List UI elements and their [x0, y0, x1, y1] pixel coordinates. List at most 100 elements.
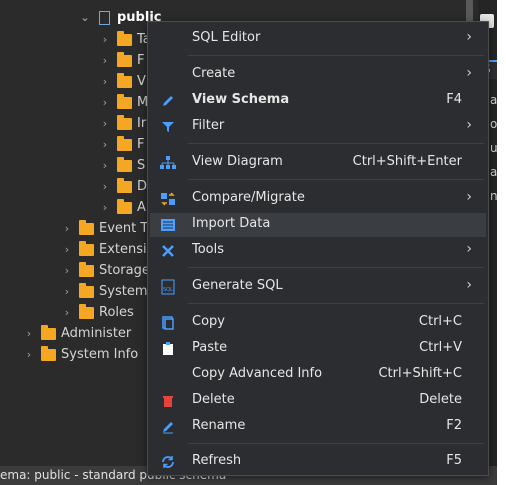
- diagram-icon: [160, 155, 176, 171]
- tree-node-foreign[interactable]: › F: [100, 50, 144, 71]
- menu-separator: [188, 443, 484, 444]
- tree-scrollbar-thumb[interactable]: [466, 0, 473, 22]
- menu-separator: [188, 179, 484, 180]
- chevron-right-icon[interactable]: ›: [62, 306, 72, 319]
- tree-node-extensions[interactable]: › Extensic: [62, 239, 154, 260]
- menu-item-view-diagram[interactable]: View Diagram Ctrl+Shift+Enter: [150, 151, 486, 175]
- menu-item-filter[interactable]: Filter ›: [150, 115, 486, 139]
- menu-item-label: SQL Editor: [192, 30, 261, 45]
- tree-node-aggregates[interactable]: › A: [100, 197, 146, 218]
- chevron-right-icon[interactable]: ›: [100, 180, 110, 193]
- menu-item-label: Copy Advanced Info: [192, 366, 323, 381]
- menu-item-shortcut: F2: [446, 418, 462, 433]
- chevron-down-icon[interactable]: ⌄: [80, 11, 90, 24]
- chevron-right-icon[interactable]: ›: [100, 201, 110, 214]
- tree-node-indexes[interactable]: › Ir: [100, 113, 146, 134]
- menu-item-label: Import Data: [192, 216, 271, 231]
- svg-text:SQL: SQL: [163, 287, 173, 293]
- tree-node-roles[interactable]: › Roles: [62, 302, 134, 323]
- menu-item-label: Tools: [192, 242, 225, 257]
- tree-node-label: Extensic: [99, 242, 154, 257]
- menu-separator: [188, 143, 484, 144]
- menu-item-copy[interactable]: Copy Ctrl+C: [150, 311, 486, 335]
- menu-item-generate-sql[interactable]: SQL Generate SQL ›: [150, 275, 486, 299]
- refresh-icon: [160, 454, 176, 470]
- tree-node-label: A: [137, 200, 146, 215]
- menu-item-shortcut: Ctrl+V: [419, 340, 462, 355]
- tree-node-storage[interactable]: › Storage: [62, 260, 150, 281]
- tree-node-label: Roles: [99, 305, 134, 320]
- menu-item-label: Compare/Migrate: [192, 190, 305, 205]
- menu-item-create[interactable]: Create ›: [150, 63, 486, 87]
- chevron-right-icon[interactable]: ›: [100, 33, 110, 46]
- menu-item-label: Filter: [192, 118, 225, 133]
- system-icon: [78, 282, 94, 300]
- menu-item-shortcut: Delete: [419, 392, 462, 407]
- menu-item-shortcut: Ctrl+Shift+Enter: [352, 154, 462, 169]
- menu-item-import-data[interactable]: Import Data: [150, 213, 486, 237]
- menu-item-label: Refresh: [192, 453, 242, 468]
- tree-node-sequences[interactable]: › S: [100, 155, 145, 176]
- submenu-arrow-icon: ›: [466, 189, 472, 205]
- menu-item-delete[interactable]: Delete Delete: [150, 389, 486, 413]
- menu-item-label: Create: [192, 66, 236, 81]
- chevron-right-icon[interactable]: ›: [62, 222, 72, 235]
- menu-item-label: Copy: [192, 314, 225, 329]
- menu-item-shortcut: Ctrl+C: [418, 314, 462, 329]
- tree-node-functions[interactable]: › F: [100, 134, 144, 155]
- tree-node-tables[interactable]: › Ta: [100, 29, 151, 50]
- app-frame: ⌄ public › Ta › F › V › M › Ir › F › S ›…: [0, 0, 497, 485]
- chevron-right-icon[interactable]: ›: [100, 96, 110, 109]
- tree-node-label: System: [99, 284, 148, 299]
- folder-icon: [116, 156, 132, 174]
- chevron-right-icon[interactable]: ›: [62, 264, 72, 277]
- tree-node-materialized[interactable]: › M: [100, 92, 148, 113]
- menu-item-sql-editor[interactable]: SQL Editor ›: [150, 27, 486, 51]
- menu-item-rename[interactable]: Rename F2: [150, 415, 486, 439]
- chevron-right-icon[interactable]: ›: [62, 243, 72, 256]
- extension-icon: [78, 240, 94, 258]
- menu-item-copy-advanced-info[interactable]: Copy Advanced Info Ctrl+Shift+C: [150, 363, 486, 387]
- tree-node-administer[interactable]: › Administer: [24, 323, 131, 344]
- tree-node-views[interactable]: › V: [100, 71, 146, 92]
- chevron-right-icon[interactable]: ›: [100, 117, 110, 130]
- tree-node-label: System Info: [61, 347, 139, 362]
- tree-node-event-triggers[interactable]: › Event Tr: [62, 218, 152, 239]
- tree-node-label: Administer: [61, 326, 132, 341]
- chevron-right-icon[interactable]: ›: [24, 348, 34, 361]
- menu-item-paste[interactable]: Paste Ctrl+V: [150, 337, 486, 361]
- menu-item-label: Paste: [192, 340, 228, 355]
- delete-icon: [160, 393, 176, 409]
- roles-icon: [78, 303, 94, 321]
- tree-node-label: F: [137, 137, 145, 152]
- foreign-table-icon: [116, 51, 132, 69]
- menu-item-label: View Schema: [192, 92, 290, 107]
- folder-icon: [78, 219, 94, 237]
- chevron-right-icon[interactable]: ›: [62, 285, 72, 298]
- tree-node-label: Ir: [137, 116, 147, 131]
- tree-node-system-info[interactable]: › System Info: [24, 344, 138, 365]
- menu-separator: [188, 55, 484, 56]
- tree-node-datatypes[interactable]: › D: [100, 176, 147, 197]
- menu-item-view-schema[interactable]: View Schema F4: [150, 89, 486, 113]
- chevron-right-icon[interactable]: ›: [100, 54, 110, 67]
- chevron-right-icon[interactable]: ›: [100, 75, 110, 88]
- menu-item-refresh[interactable]: Refresh F5: [150, 450, 486, 474]
- submenu-arrow-icon: ›: [466, 65, 472, 81]
- tree-node-label: V: [137, 74, 146, 89]
- menu-item-label: Rename: [192, 418, 246, 433]
- menu-item-tools[interactable]: Tools ›: [150, 239, 486, 263]
- filter-icon: [160, 119, 176, 135]
- storage-icon: [78, 261, 94, 279]
- pane-fragment: art: [490, 165, 497, 179]
- menu-item-label: View Diagram: [192, 154, 283, 169]
- chevron-right-icon[interactable]: ›: [100, 159, 110, 172]
- tree-node-label: Event Tr: [99, 221, 152, 236]
- menu-item-compare-migrate[interactable]: Compare/Migrate ›: [150, 187, 486, 211]
- system-info-icon: [40, 345, 56, 363]
- chevron-right-icon[interactable]: ›: [100, 138, 110, 151]
- tree-node-label: S: [137, 158, 146, 173]
- chevron-right-icon[interactable]: ›: [24, 327, 34, 340]
- pane-fragment: ue: [490, 141, 497, 155]
- tree-node-system[interactable]: › System: [62, 281, 147, 302]
